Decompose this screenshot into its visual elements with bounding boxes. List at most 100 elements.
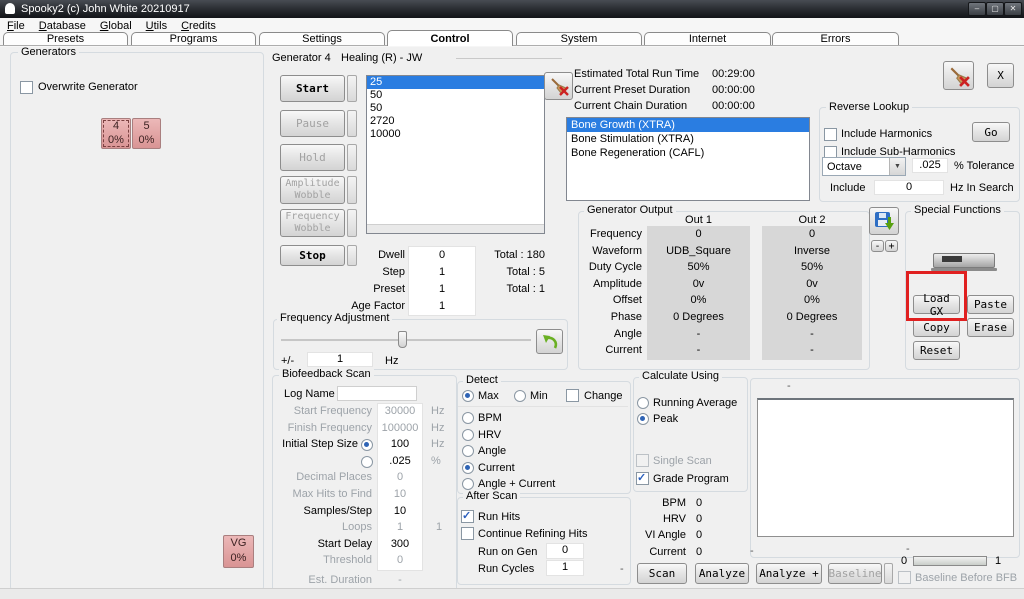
generator-5-button[interactable]: 5 0%	[132, 118, 161, 149]
tab-programs[interactable]: Programs	[131, 32, 256, 45]
start-side-strip[interactable]	[347, 75, 357, 102]
bfb-row-value: 30000	[377, 405, 423, 417]
program-item[interactable]: Bone Growth (XTRA)	[567, 118, 809, 132]
detect-change-checkbox[interactable]	[566, 389, 579, 402]
menu-file[interactable]: File	[0, 19, 32, 33]
program-item[interactable]: Bone Stimulation (XTRA)	[567, 132, 809, 146]
tolerance-field[interactable]: .025	[912, 158, 948, 173]
detect-angle-radio[interactable]	[462, 445, 474, 457]
grade-program-checkbox[interactable]	[636, 472, 649, 485]
baseline-before-bfb-checkbox[interactable]	[898, 571, 911, 584]
generator-4-number: 4	[102, 119, 130, 133]
close-button[interactable]: ✕	[1004, 2, 1022, 16]
results-top-dash: -	[787, 380, 791, 392]
header-divider	[456, 58, 562, 59]
detect-max-radio[interactable]	[462, 390, 474, 402]
scan-button[interactable]: Scan	[637, 563, 687, 584]
menu-utils[interactable]: Utils	[139, 19, 174, 33]
pause-side-strip[interactable]	[347, 110, 357, 137]
generator-4-button[interactable]: 4 0%	[101, 118, 131, 149]
frequency-hscrollbar[interactable]	[367, 224, 544, 234]
frequency-item[interactable]: 50	[367, 89, 544, 102]
start-button[interactable]: Start	[280, 75, 345, 102]
erase-button[interactable]: Erase	[967, 318, 1014, 337]
go-button[interactable]: Go	[972, 122, 1010, 142]
paste-button[interactable]: Paste	[967, 295, 1014, 314]
save-output-button[interactable]	[869, 207, 899, 235]
run-hits-checkbox[interactable]	[461, 510, 474, 523]
hold-side-strip[interactable]	[347, 144, 357, 171]
detect-hrv-radio[interactable]	[462, 429, 474, 441]
menu-database[interactable]: Database	[32, 19, 93, 33]
continue-refining-checkbox[interactable]	[461, 527, 474, 540]
tab-system[interactable]: System	[516, 32, 642, 45]
frequency-listbox[interactable]: 25 50 50 2720 10000	[366, 75, 545, 234]
output-label: Offset	[560, 292, 642, 309]
frequency-item[interactable]: 10000	[367, 128, 544, 141]
frequency-item[interactable]: 25	[367, 76, 544, 89]
amplitude-wobble-side-strip[interactable]	[347, 176, 357, 204]
output-minus-button[interactable]: -	[871, 240, 884, 252]
tab-control[interactable]: Control	[387, 30, 513, 46]
frequency-adjustment-reset-button[interactable]	[536, 329, 563, 354]
hold-button[interactable]: Hold	[280, 144, 345, 171]
frequency-item[interactable]: 2720	[367, 115, 544, 128]
include-hz-field[interactable]: 0	[874, 180, 944, 195]
clear-frequencies-button[interactable]	[544, 72, 573, 100]
reset-button[interactable]: Reset	[913, 341, 960, 360]
frequency-item[interactable]: 50	[367, 102, 544, 115]
step-size-percent-radio[interactable]	[361, 456, 373, 468]
reading-value: 0	[696, 529, 702, 541]
menu-global[interactable]: Global	[93, 19, 139, 33]
detect-bpm-radio[interactable]	[462, 412, 474, 424]
analyze-plus-button[interactable]: Analyze +	[756, 563, 822, 584]
counter-value: 1	[408, 300, 476, 312]
frequency-adjustment-slider-thumb[interactable]	[398, 331, 407, 348]
include-harmonics-checkbox[interactable]	[824, 128, 837, 141]
peak-radio[interactable]	[637, 413, 649, 425]
detect-current-radio[interactable]	[462, 462, 474, 474]
step-size-hz-radio[interactable]	[361, 439, 373, 451]
octave-dropdown[interactable]: Octave ▼	[822, 157, 906, 176]
tab-presets[interactable]: Presets	[3, 32, 128, 45]
out1-value: 0%	[647, 292, 750, 309]
run-info-value: 00:00:00	[712, 84, 755, 96]
frequency-wobble-button[interactable]: Frequency Wobble	[280, 209, 345, 237]
run-cycles-field[interactable]: 1	[546, 560, 584, 576]
vg-button[interactable]: VG 0%	[223, 535, 254, 568]
bfb-row-unit: 1	[436, 521, 442, 533]
frequency-wobble-side-strip[interactable]	[347, 209, 357, 237]
detect-angle-current-radio[interactable]	[462, 478, 474, 490]
output-label: Duty Cycle	[560, 259, 642, 276]
detect-min-radio[interactable]	[514, 390, 526, 402]
baseline-button[interactable]: Baseline	[828, 563, 882, 584]
program-item[interactable]: Bone Regeneration (CAFL)	[567, 146, 809, 160]
tab-settings[interactable]: Settings	[259, 32, 385, 45]
detect-option-label: HRV	[478, 429, 501, 441]
out2-value: 0%	[762, 292, 862, 309]
tab-errors[interactable]: Errors	[772, 32, 899, 45]
menu-credits[interactable]: Credits	[174, 19, 223, 33]
amplitude-wobble-button[interactable]: Amplitude Wobble	[280, 176, 345, 204]
output-plus-button[interactable]: +	[885, 240, 898, 252]
bfb-row-value: 0	[377, 554, 423, 566]
running-average-radio[interactable]	[637, 397, 649, 409]
baseline-side-strip[interactable]	[884, 563, 893, 584]
tab-internet[interactable]: Internet	[644, 32, 771, 45]
analyze-button[interactable]: Analyze	[695, 563, 749, 584]
reading-value: 0	[696, 497, 702, 509]
adjustment-value-field[interactable]: 1	[307, 352, 373, 367]
run-info-value: 00:29:00	[712, 68, 755, 80]
minimize-button[interactable]: –	[968, 2, 986, 16]
detect-min-label: Min	[530, 390, 548, 402]
out1-value: UDB_Square	[647, 243, 750, 260]
overwrite-generator-checkbox[interactable]	[20, 81, 33, 94]
pause-button[interactable]: Pause	[280, 110, 345, 137]
clear-generator-button[interactable]	[943, 61, 974, 90]
maximize-button[interactable]: ▢	[986, 2, 1004, 16]
program-listbox[interactable]: Bone Growth (XTRA) Bone Stimulation (XTR…	[566, 117, 810, 201]
run-on-gen-field[interactable]: 0	[546, 543, 584, 559]
close-tab-x-button[interactable]: X	[987, 63, 1014, 88]
log-name-field[interactable]	[337, 386, 417, 401]
single-scan-checkbox[interactable]	[636, 454, 649, 467]
